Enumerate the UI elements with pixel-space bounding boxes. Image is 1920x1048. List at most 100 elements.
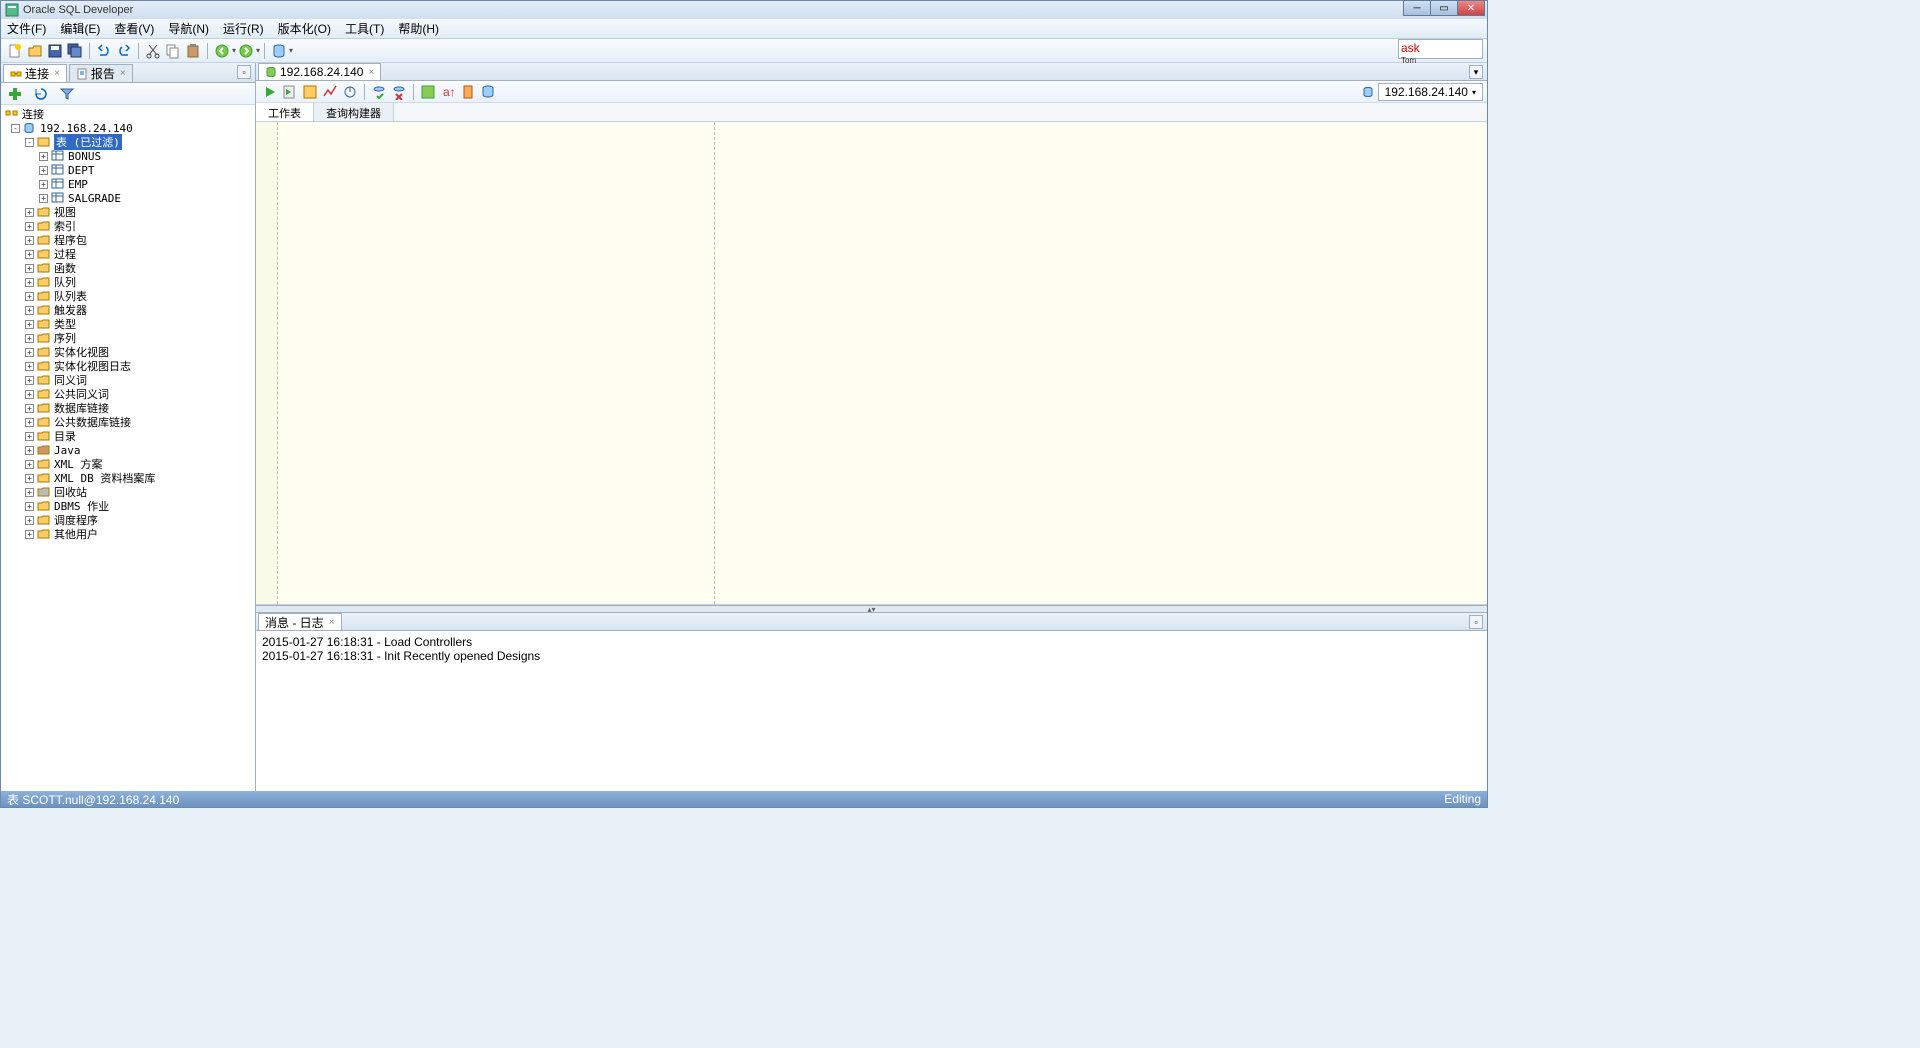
table-node[interactable]: EMP (68, 178, 88, 191)
open-icon[interactable] (27, 43, 43, 59)
maximize-button[interactable]: ▭ (1430, 0, 1458, 16)
explain-icon[interactable] (302, 84, 318, 100)
tab-worksheet[interactable]: 192.168.24.140 × (258, 63, 381, 80)
close-icon[interactable]: × (368, 67, 374, 78)
cut-icon[interactable] (145, 43, 161, 59)
clear-icon[interactable] (460, 84, 476, 100)
expand-icon[interactable]: + (25, 208, 34, 217)
to-upper-icon[interactable]: a↑ (440, 84, 456, 100)
collapse-icon[interactable]: - (25, 138, 34, 147)
filter-icon[interactable] (59, 86, 75, 102)
menu-view[interactable]: 查看(V) (114, 20, 154, 37)
dropdown-arrow-icon[interactable]: ▾ (289, 46, 293, 55)
connection-tree[interactable]: 连接 - 192.168.24.140 - 表 (已过滤) +BONUS+DEP… (1, 105, 255, 791)
undo-icon[interactable] (96, 43, 112, 59)
log-output[interactable]: 2015-01-27 16:18:31 - Load Controllers 2… (256, 631, 1487, 791)
new-icon[interactable] (7, 43, 23, 59)
connection-node[interactable]: 192.168.24.140 (40, 122, 133, 135)
expand-icon[interactable]: + (25, 236, 34, 245)
subtab-worksheet[interactable]: 工作表 (256, 103, 314, 121)
sql-editor[interactable] (256, 122, 1487, 605)
add-connection-icon[interactable] (7, 86, 23, 102)
expand-icon[interactable]: + (25, 516, 34, 525)
expand-icon[interactable]: + (25, 334, 34, 343)
menu-run[interactable]: 运行(R) (223, 20, 264, 37)
table-node[interactable]: SALGRADE (68, 192, 121, 205)
minimize-button[interactable]: ─ (1403, 0, 1431, 16)
expand-icon[interactable]: + (25, 278, 34, 287)
table-node[interactable]: DEPT (68, 164, 95, 177)
expand-icon[interactable]: + (25, 488, 34, 497)
run-icon[interactable] (262, 84, 278, 100)
sql-history-icon[interactable] (480, 84, 496, 100)
subtab-querybuilder[interactable]: 查询构建器 (314, 103, 394, 121)
expand-icon[interactable]: + (25, 376, 34, 385)
tab-connections[interactable]: 连接 × (3, 64, 67, 82)
edit-area[interactable] (278, 122, 1487, 604)
menu-help[interactable]: 帮助(H) (398, 20, 439, 37)
table-node[interactable]: BONUS (68, 150, 101, 163)
sql-tuning-icon[interactable] (342, 84, 358, 100)
tab-reports[interactable]: 报告 × (69, 64, 133, 82)
splitter-handle[interactable]: ▴▾ (256, 605, 1487, 613)
main-toolbar: ▾ ▾ ▾ askTom (1, 39, 1487, 63)
menu-file[interactable]: 文件(F) (7, 20, 46, 37)
redo-icon[interactable] (116, 43, 132, 59)
menu-version[interactable]: 版本化(O) (278, 20, 331, 37)
expand-icon[interactable]: + (25, 530, 34, 539)
close-icon[interactable]: × (54, 68, 60, 79)
expand-icon[interactable]: + (25, 320, 34, 329)
minimize-panel-icon[interactable]: ▫ (237, 65, 251, 79)
expand-icon[interactable]: + (25, 404, 34, 413)
expand-icon[interactable]: + (25, 292, 34, 301)
save-icon[interactable] (47, 43, 63, 59)
menu-edit[interactable]: 编辑(E) (60, 20, 100, 37)
forward-icon[interactable] (238, 43, 254, 59)
copy-icon[interactable] (165, 43, 181, 59)
expand-icon[interactable]: + (25, 348, 34, 357)
expand-icon[interactable]: + (25, 474, 34, 483)
db-selector[interactable]: 192.168.24.140▾ (1362, 83, 1483, 101)
unshared-icon[interactable] (420, 84, 436, 100)
tab-log[interactable]: 消息 - 日志 × (258, 613, 342, 630)
close-button[interactable]: ✕ (1457, 0, 1485, 16)
restore-panel-icon[interactable]: ▾ (1469, 65, 1483, 79)
expand-icon[interactable]: + (39, 180, 48, 189)
commit-icon[interactable] (371, 84, 387, 100)
close-icon[interactable]: × (120, 68, 126, 79)
expand-icon[interactable]: + (25, 306, 34, 315)
close-icon[interactable]: × (329, 617, 335, 628)
dropdown-arrow-icon[interactable]: ▾ (232, 46, 236, 55)
expand-icon[interactable]: + (25, 362, 34, 371)
dropdown-arrow-icon[interactable]: ▾ (256, 46, 260, 55)
folder-node[interactable]: 其他用户 (54, 526, 98, 542)
expand-icon[interactable]: + (25, 264, 34, 273)
expand-icon[interactable]: + (39, 152, 48, 161)
expand-icon[interactable]: + (25, 418, 34, 427)
expand-icon[interactable]: + (39, 194, 48, 203)
run-script-icon[interactable] (282, 84, 298, 100)
db-icon[interactable] (271, 43, 287, 59)
paste-icon[interactable] (185, 43, 201, 59)
autotrace-icon[interactable] (322, 84, 338, 100)
expand-icon[interactable]: + (25, 390, 34, 399)
menu-tools[interactable]: 工具(T) (345, 20, 384, 37)
expand-icon[interactable]: + (25, 460, 34, 469)
menu-navigate[interactable]: 导航(N) (168, 20, 209, 37)
saveall-icon[interactable] (67, 43, 83, 59)
folder-node[interactable]: 目录 (54, 428, 76, 444)
collapse-icon[interactable]: - (11, 124, 20, 133)
expand-icon[interactable]: + (25, 432, 34, 441)
expand-icon[interactable]: + (25, 502, 34, 511)
rollback-icon[interactable] (391, 84, 407, 100)
expand-icon[interactable]: + (25, 250, 34, 259)
refresh-icon[interactable] (33, 86, 49, 102)
folder-node[interactable]: Java (54, 444, 81, 457)
expand-icon[interactable]: + (25, 222, 34, 231)
restore-panel-icon[interactable]: ▫ (1469, 615, 1483, 629)
expand-icon[interactable]: + (39, 166, 48, 175)
back-icon[interactable] (214, 43, 230, 59)
ask-box[interactable]: askTom (1398, 39, 1483, 59)
expand-icon[interactable]: + (25, 446, 34, 455)
tables-node[interactable]: 表 (已过滤) (54, 134, 122, 150)
